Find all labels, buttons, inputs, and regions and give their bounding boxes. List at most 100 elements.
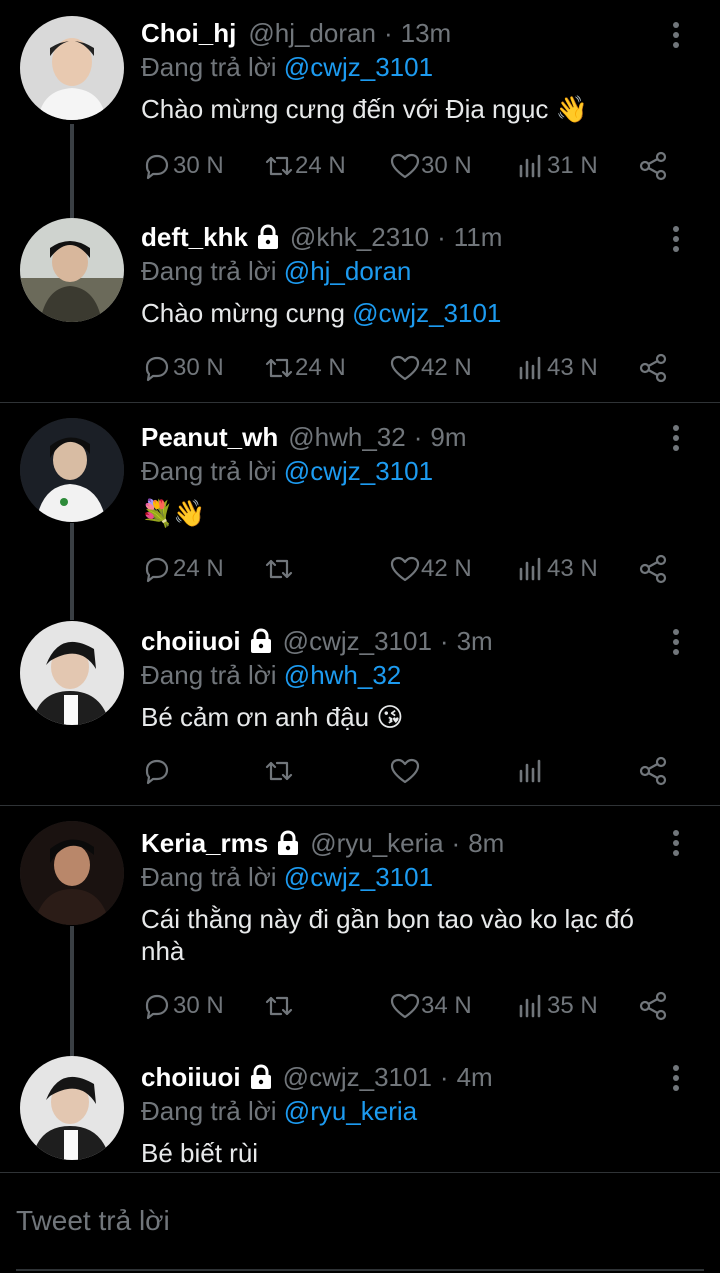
text-mention[interactable]: @cwjz_3101 (352, 298, 501, 328)
tweet-3[interactable]: Peanut_wh @hwh_32 · 9m Đang trả lời @cwj… (0, 403, 720, 620)
author-handle[interactable]: @hj_doran (248, 17, 376, 49)
more-options-icon[interactable] (666, 224, 686, 254)
reply-button[interactable]: 30 N (141, 990, 224, 1022)
heart-icon (390, 993, 420, 1019)
retweet-button[interactable] (263, 553, 295, 585)
retweet-icon (265, 156, 293, 176)
avatar[interactable] (20, 16, 124, 120)
reply-icon (145, 356, 169, 382)
avatar[interactable] (20, 418, 124, 522)
reply-mention[interactable]: @cwjz_3101 (284, 456, 433, 486)
more-options-icon[interactable] (666, 20, 686, 50)
share-button[interactable] (637, 755, 669, 787)
views-button[interactable]: 31 N (515, 150, 598, 182)
author-name[interactable]: deft_khk (141, 221, 248, 253)
timestamp[interactable]: 8m (468, 827, 504, 859)
avatar-photo (20, 821, 124, 925)
author-name[interactable]: choiiuoi (141, 625, 241, 657)
reply-count: 30 N (173, 992, 224, 1019)
avatar[interactable] (20, 1056, 124, 1160)
heart-icon (390, 758, 420, 784)
heart-icon (390, 355, 420, 381)
retweet-count: 24 N (295, 354, 346, 381)
avatar-photo (20, 218, 124, 322)
views-chart-icon (519, 759, 541, 783)
views-button[interactable]: 35 N (515, 990, 598, 1022)
author-name[interactable]: choiiuoi (141, 1061, 241, 1093)
like-button[interactable] (389, 755, 421, 787)
author-handle[interactable]: @hwh_32 (288, 421, 405, 453)
reply-mention[interactable]: @cwjz_3101 (284, 862, 433, 892)
reply-mention[interactable]: @ryu_keria (284, 1096, 417, 1126)
heart-icon (390, 556, 420, 582)
tweet-6[interactable]: choiiuoi @cwjz_3101 · 4m Đang trả lời @r… (0, 1041, 720, 1172)
timestamp[interactable]: 4m (457, 1061, 493, 1093)
author-name[interactable]: Peanut_wh (141, 421, 278, 453)
views-count: 31 N (547, 152, 598, 179)
more-options-icon[interactable] (666, 1063, 686, 1093)
timestamp[interactable]: 3m (457, 625, 493, 657)
like-button[interactable]: 34 N (389, 990, 472, 1022)
views-button[interactable] (515, 755, 547, 787)
avatar[interactable] (20, 621, 124, 725)
reply-mention[interactable]: @cwjz_3101 (284, 52, 433, 82)
views-button[interactable]: 43 N (515, 553, 598, 585)
reply-button[interactable]: 30 N (141, 352, 224, 384)
more-options-icon[interactable] (666, 627, 686, 657)
share-button[interactable] (637, 352, 669, 384)
more-options-icon[interactable] (666, 423, 686, 453)
tweet-4[interactable]: choiiuoi @cwjz_3101 · 3m Đang trả lời @h… (0, 605, 720, 805)
timestamp[interactable]: 9m (430, 421, 466, 453)
share-button[interactable] (637, 990, 669, 1022)
author-handle[interactable]: @cwjz_3101 (283, 625, 432, 657)
replying-to: Đang trả lời @hj_doran (141, 256, 412, 286)
like-count: 42 N (421, 354, 472, 381)
retweet-button[interactable] (263, 755, 295, 787)
tweet-1[interactable]: Choi_hj @hj_doran · 13m Đang trả lời @cw… (0, 0, 720, 220)
views-chart-icon (519, 356, 541, 380)
thread-line (70, 926, 74, 1056)
tweet-text: 💐👋 (141, 499, 206, 529)
lock-icon (250, 628, 271, 653)
reply-icon (145, 759, 169, 785)
avatar[interactable] (20, 218, 124, 322)
timestamp[interactable]: 13m (401, 17, 452, 49)
author-handle[interactable]: @cwjz_3101 (283, 1061, 432, 1093)
reply-mention[interactable]: @hwh_32 (284, 660, 401, 690)
heart-icon (390, 153, 420, 179)
reply-button[interactable] (141, 755, 173, 787)
reply-mention[interactable]: @hj_doran (284, 256, 412, 286)
separator-dot: · (413, 422, 423, 452)
tweet-text: Cái thằng này đi gần bọn tao vào ko lạc … (141, 904, 634, 966)
replying-to: Đang trả lời @cwjz_3101 (141, 862, 434, 892)
separator-dot: · (439, 1062, 449, 1092)
retweet-button[interactable]: 24 N (263, 352, 346, 384)
like-button[interactable]: 30 N (389, 150, 472, 182)
avatar[interactable] (20, 821, 124, 925)
separator-dot: · (437, 222, 446, 252)
retweet-button[interactable] (263, 990, 295, 1022)
like-count: 30 N (421, 152, 472, 179)
reply-icon (145, 994, 169, 1020)
tweet-5[interactable]: Keria_rms @ryu_keria · 8m Đang trả lời @… (0, 806, 720, 1056)
reply-count: 24 N (173, 555, 224, 582)
timestamp[interactable]: 11m (454, 221, 503, 253)
author-handle[interactable]: @ryu_keria (310, 827, 443, 859)
reply-button[interactable]: 24 N (141, 553, 224, 585)
tweet-2[interactable]: deft_khk @khk_2310 · 11m Đang trả lời @h… (0, 202, 720, 402)
reply-input[interactable] (16, 1201, 696, 1241)
share-button[interactable] (637, 150, 669, 182)
lock-icon (257, 224, 278, 249)
reply-button[interactable]: 30 N (141, 150, 224, 182)
retweet-icon (265, 761, 293, 781)
author-handle[interactable]: @khk_2310 (290, 221, 429, 253)
retweet-button[interactable]: 24 N (263, 150, 346, 182)
like-button[interactable]: 42 N (389, 352, 472, 384)
like-button[interactable]: 42 N (389, 553, 472, 585)
author-name[interactable]: Keria_rms (141, 827, 268, 859)
views-button[interactable]: 43 N (515, 352, 598, 384)
author-name[interactable]: Choi_hj (141, 17, 236, 49)
retweet-icon (265, 358, 293, 378)
share-button[interactable] (637, 553, 669, 585)
more-options-icon[interactable] (666, 828, 686, 858)
